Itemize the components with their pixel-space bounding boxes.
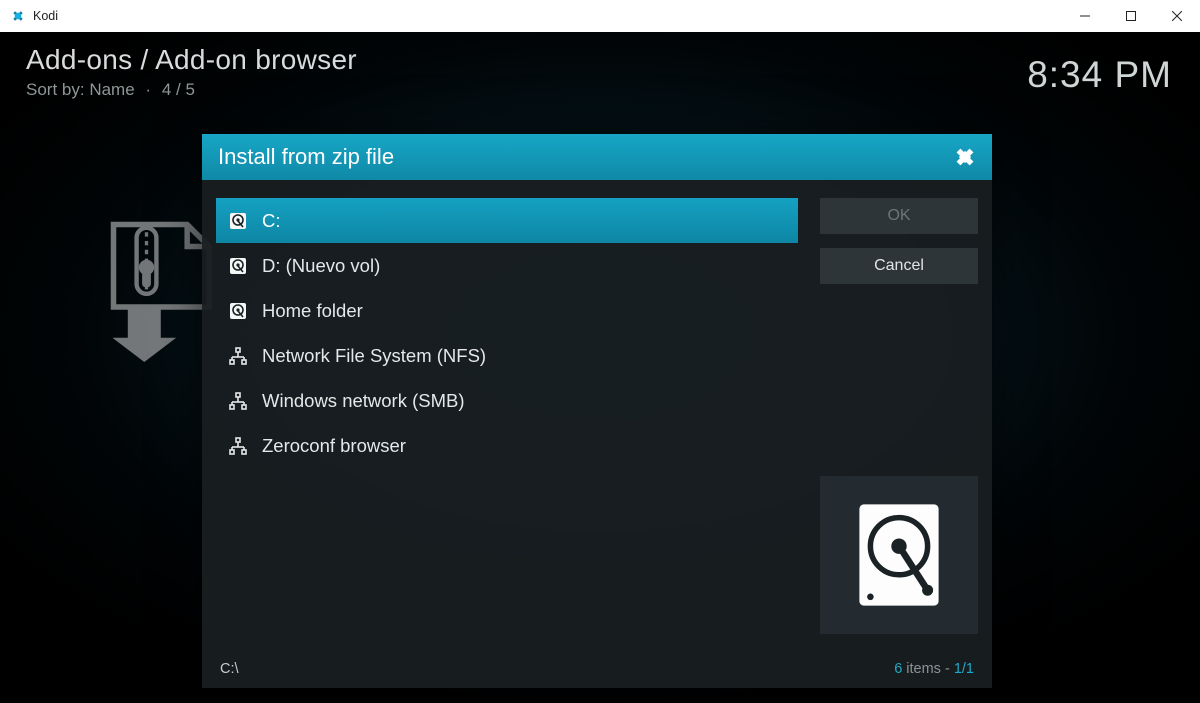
list-item-zeroconf[interactable]: Zeroconf browser xyxy=(216,423,798,468)
list-item-label: Network File System (NFS) xyxy=(262,345,486,367)
list-item-drive-c[interactable]: C: xyxy=(216,198,798,243)
list-item-label: Zeroconf browser xyxy=(262,435,406,457)
close-button[interactable] xyxy=(1154,0,1200,32)
list-item-smb[interactable]: Windows network (SMB) xyxy=(216,378,798,423)
minimize-button[interactable] xyxy=(1062,0,1108,32)
dialog-body: C: D: (Nuevo vol) Home folder xyxy=(202,180,992,656)
dialog-title: Install from zip file xyxy=(218,144,394,170)
file-list: C: D: (Nuevo vol) Home folder xyxy=(216,198,798,656)
list-item-drive-d[interactable]: D: (Nuevo vol) xyxy=(216,243,798,288)
current-path: C:\ xyxy=(220,661,239,677)
network-icon xyxy=(228,346,248,366)
ok-button[interactable]: OK xyxy=(820,198,978,234)
item-counter: 6 items - 1/1 xyxy=(894,661,974,677)
drive-icon xyxy=(228,256,248,276)
drive-icon xyxy=(228,211,248,231)
install-zip-dialog: Install from zip file C: D: (Nuevo xyxy=(202,134,992,688)
drive-icon xyxy=(228,301,248,321)
kodi-logo-icon xyxy=(952,144,978,170)
window-controls xyxy=(1062,0,1200,32)
app-icon xyxy=(10,8,26,24)
cancel-button[interactable]: Cancel xyxy=(820,248,978,284)
network-icon xyxy=(228,436,248,456)
list-item-label: C: xyxy=(262,210,281,232)
window-title: Kodi xyxy=(33,9,58,23)
sort-prefix: Sort by: xyxy=(26,80,85,99)
maximize-button[interactable] xyxy=(1108,0,1154,32)
list-item-nfs[interactable]: Network File System (NFS) xyxy=(216,333,798,378)
sort-line: Sort by: Name · 4 / 5 xyxy=(26,80,195,100)
network-icon xyxy=(228,391,248,411)
dialog-side-column: OK Cancel xyxy=(820,198,978,656)
window-titlebar: Kodi xyxy=(0,0,1200,32)
list-item-label: D: (Nuevo vol) xyxy=(262,255,380,277)
list-item-label: Windows network (SMB) xyxy=(262,390,465,412)
breadcrumb: Add-ons / Add-on browser xyxy=(26,44,357,76)
dialog-footer: C:\ 6 items - 1/1 xyxy=(202,656,992,688)
sort-count: 4 / 5 xyxy=(162,80,195,99)
kodi-app: Add-ons / Add-on browser Sort by: Name ·… xyxy=(0,32,1200,703)
separator-dot: · xyxy=(145,80,151,99)
clock: 8:34 PM xyxy=(1027,54,1172,96)
list-item-home-folder[interactable]: Home folder xyxy=(216,288,798,333)
sort-value: Name xyxy=(89,80,134,99)
dialog-header: Install from zip file xyxy=(202,134,992,180)
preview-thumbnail xyxy=(820,476,978,634)
list-item-label: Home folder xyxy=(262,300,363,322)
